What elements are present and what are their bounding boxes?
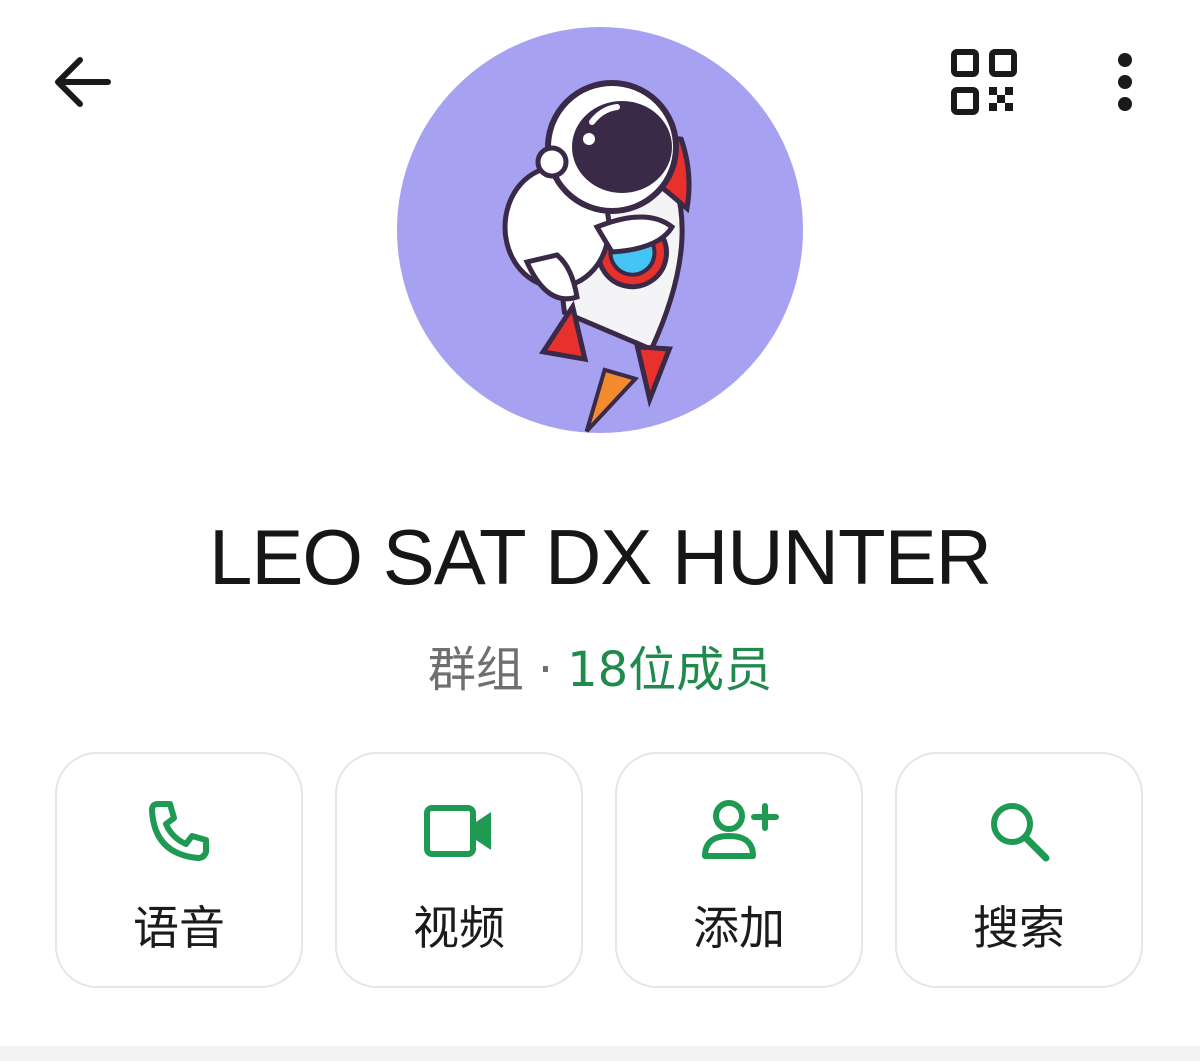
- add-member-label: 添加: [693, 901, 785, 955]
- section-divider: [0, 1046, 1200, 1061]
- group-meta: 群组 · 18位成员: [0, 630, 1200, 700]
- astronaut-rocket-avatar: [502, 80, 692, 433]
- voice-call-button[interactable]: 语音: [55, 752, 303, 988]
- separator-dot: ·: [537, 642, 554, 698]
- members-count-link[interactable]: 18位成员: [567, 642, 772, 698]
- action-buttons-row: 语音 视频 添加 搜索: [55, 752, 1145, 990]
- more-options-button[interactable]: [1090, 38, 1160, 126]
- search-button[interactable]: 搜索: [895, 752, 1143, 988]
- qr-code-icon: [951, 49, 1017, 115]
- search-icon: [991, 803, 1050, 862]
- add-person-icon: [702, 800, 779, 859]
- group-type-label: 群组: [427, 642, 524, 698]
- search-label: 搜索: [973, 901, 1065, 955]
- arrow-left-icon: [55, 57, 111, 107]
- phone-icon: [149, 801, 209, 861]
- add-member-button[interactable]: 添加: [615, 752, 863, 988]
- back-button[interactable]: [40, 40, 124, 124]
- voice-call-label: 语音: [133, 901, 225, 955]
- qr-code-button[interactable]: [940, 38, 1028, 126]
- more-vertical-icon: [1118, 53, 1132, 111]
- group-avatar[interactable]: [397, 27, 803, 433]
- video-call-button[interactable]: 视频: [335, 752, 583, 988]
- video-camera-icon: [424, 805, 491, 857]
- group-name: LEO SAT DX HUNTER: [209, 513, 992, 601]
- video-call-label: 视频: [413, 901, 505, 955]
